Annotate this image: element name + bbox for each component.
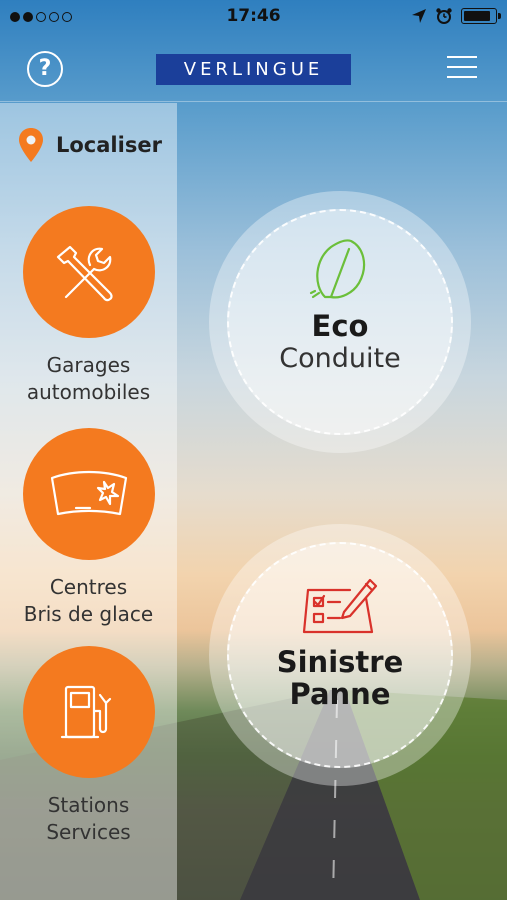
alarm-icon bbox=[436, 8, 452, 24]
claim-breakdown-button[interactable]: Sinistre Panne bbox=[209, 524, 471, 786]
hamburger-menu-button[interactable] bbox=[447, 56, 477, 80]
tools-icon bbox=[56, 245, 113, 302]
stations-item[interactable]: Stations Services bbox=[0, 646, 177, 846]
status-bar: 17:46 bbox=[0, 0, 507, 34]
claim-title-line2: Panne bbox=[289, 677, 391, 711]
glass-centers-button[interactable] bbox=[22, 428, 155, 560]
eco-subtitle: Conduite bbox=[279, 343, 401, 374]
locate-header: Localiser bbox=[18, 127, 162, 163]
garages-item[interactable]: Garages automobiles bbox=[0, 206, 177, 406]
checklist-pen-icon bbox=[302, 578, 378, 634]
locate-title: Localiser bbox=[56, 133, 162, 157]
windshield-icon bbox=[50, 470, 127, 516]
garages-label-line2: automobiles bbox=[26, 380, 151, 404]
garages-button[interactable] bbox=[22, 206, 155, 338]
leaf-icon bbox=[309, 239, 366, 299]
claim-title-line1: Sinistre bbox=[276, 645, 404, 679]
glass-centers-item[interactable]: Centres Bris de glace bbox=[0, 428, 177, 628]
battery-icon bbox=[461, 8, 501, 24]
menu-icon bbox=[447, 56, 477, 58]
glass-label-line2: Bris de glace bbox=[23, 602, 154, 626]
eco-driving-button[interactable]: Eco Conduite bbox=[209, 191, 471, 453]
stations-label-line2: Services bbox=[46, 820, 131, 844]
map-pin-icon bbox=[19, 128, 43, 162]
location-arrow-icon bbox=[412, 9, 426, 23]
garages-label-line1: Garages bbox=[46, 353, 131, 377]
app-header: ? VERLINGUE bbox=[0, 34, 507, 102]
stations-button[interactable] bbox=[22, 646, 155, 778]
locate-sidebar: Localiser Garages automobiles Centres Br… bbox=[0, 103, 177, 900]
glass-label-line1: Centres bbox=[49, 575, 128, 599]
eco-title: Eco bbox=[311, 309, 369, 343]
help-button[interactable]: ? bbox=[27, 51, 63, 87]
stations-label-line1: Stations bbox=[47, 793, 130, 817]
verlingue-logo: VERLINGUE bbox=[156, 54, 351, 85]
fuel-pump-icon bbox=[60, 685, 111, 739]
